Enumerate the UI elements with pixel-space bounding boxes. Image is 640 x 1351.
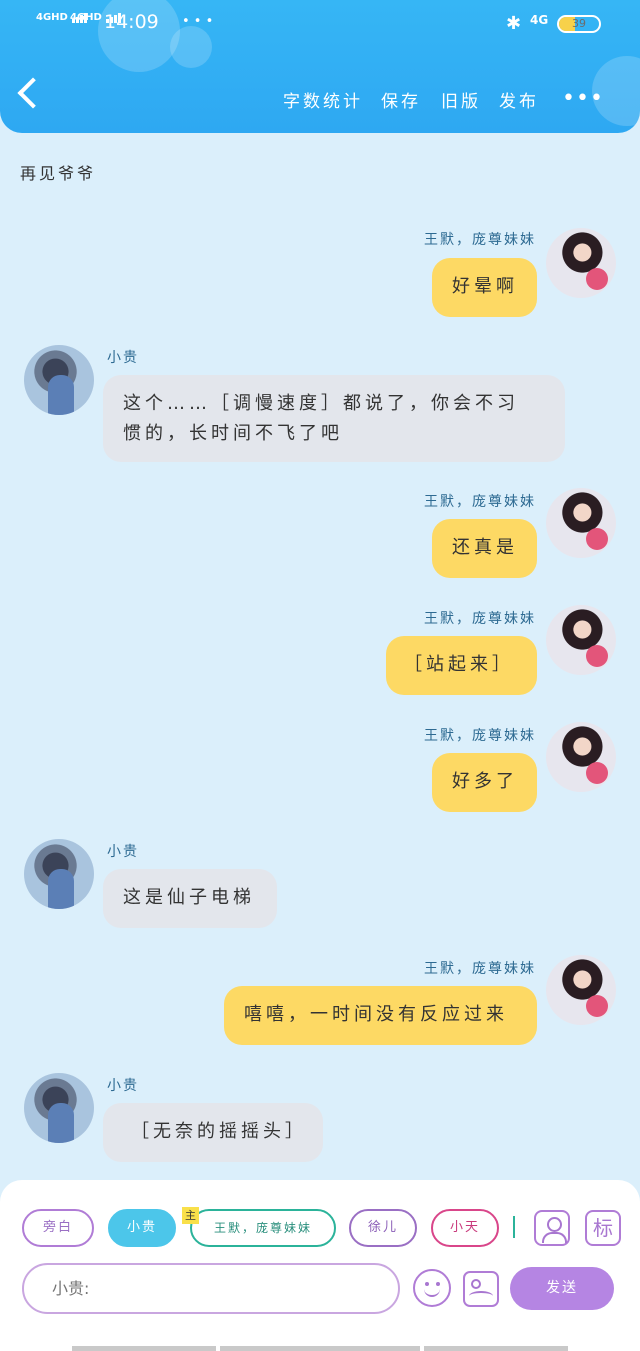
word-count-button[interactable]: 字数统计	[283, 87, 363, 112]
avatar-xiaogui[interactable]	[24, 1073, 94, 1143]
publish-button[interactable]: 发布	[499, 87, 539, 112]
character-chip-wangmo[interactable]: 王默，庞尊妹妹	[190, 1209, 336, 1247]
battery-icon: 39	[557, 15, 601, 33]
message-bubble[interactable]: 嘻嘻，一时间没有反应过来	[224, 986, 537, 1045]
avatar-xiaogui[interactable]	[24, 839, 94, 909]
nav-bar-segment	[220, 1346, 420, 1351]
tag-icon[interactable]: 标	[585, 1210, 621, 1246]
avatar-wangmo[interactable]	[546, 228, 616, 298]
message-bubble[interactable]: ［站起来］	[386, 636, 537, 695]
message-line: 惯的，长时间不飞了吧	[123, 423, 343, 444]
message-input[interactable]	[22, 1263, 400, 1314]
speaker-name: 王默，庞尊妹妹	[424, 494, 536, 510]
save-button[interactable]: 保存	[381, 87, 421, 112]
avatar-xiaogui[interactable]	[24, 345, 94, 415]
clock: 14:09	[104, 11, 159, 33]
speaker-name: 小贵	[107, 350, 139, 366]
character-chip-narrator[interactable]: 旁白	[22, 1209, 94, 1247]
nav-bar-segment	[72, 1346, 216, 1351]
nav-bar-segment	[424, 1346, 568, 1351]
narration-text: 再见爷爷	[20, 164, 97, 183]
bluetooth-icon: ✱	[506, 13, 522, 34]
message-line: 这个……［调慢速度］都说了，你会不习	[123, 393, 519, 414]
speaker-name: 王默，庞尊妹妹	[424, 728, 536, 744]
network-type: 4G	[530, 13, 549, 27]
character-chip-xiaogui[interactable]: 小贵	[108, 1209, 176, 1247]
battery-level: 39	[572, 17, 586, 30]
main-character-tag: 主	[182, 1207, 199, 1224]
speaker-name: 王默，庞尊妹妹	[424, 232, 536, 248]
character-chip-partial[interactable]	[513, 1216, 515, 1238]
message-bubble[interactable]: 这个……［调慢速度］都说了，你会不习 惯的，长时间不飞了吧	[103, 375, 565, 462]
more-options-button[interactable]: •••	[562, 86, 604, 111]
avatar-wangmo[interactable]	[546, 722, 616, 792]
message-bubble[interactable]: 还真是	[432, 519, 537, 578]
person-body-shape	[542, 1232, 567, 1243]
character-chip-xuer[interactable]: 徐儿	[349, 1209, 417, 1247]
avatar-wangmo[interactable]	[546, 488, 616, 558]
status-bar: 4GHD 4GHD 14:09 • • • ✱ 4G 39	[0, 0, 640, 48]
status-extra: • • •	[182, 14, 214, 29]
speaker-name: 王默，庞尊妹妹	[424, 611, 536, 627]
character-chip-xiaotian[interactable]: 小天	[431, 1209, 499, 1247]
message-bubble[interactable]: 这是仙子电梯	[103, 869, 277, 928]
speaker-name: 小贵	[107, 1078, 139, 1094]
old-version-button[interactable]: 旧版	[441, 87, 481, 112]
top-header: 4GHD 4GHD 14:09 • • • ✱ 4G 39 字数统计 保存 旧版…	[0, 0, 640, 133]
person-head-shape	[547, 1217, 562, 1232]
message-bubble[interactable]: 好多了	[432, 753, 537, 812]
emoji-icon[interactable]	[413, 1269, 451, 1307]
add-character-icon[interactable]	[534, 1210, 570, 1246]
send-button[interactable]: 发送	[510, 1267, 614, 1310]
speaker-name: 小贵	[107, 844, 139, 860]
message-bubble[interactable]: 好晕啊	[432, 258, 537, 317]
avatar-wangmo[interactable]	[546, 955, 616, 1025]
back-arrow-icon[interactable]	[17, 77, 49, 109]
speaker-name: 王默，庞尊妹妹	[424, 961, 536, 977]
avatar-wangmo[interactable]	[546, 605, 616, 675]
message-bubble[interactable]: ［无奈的摇摇头］	[103, 1103, 323, 1162]
image-icon[interactable]	[463, 1271, 499, 1307]
